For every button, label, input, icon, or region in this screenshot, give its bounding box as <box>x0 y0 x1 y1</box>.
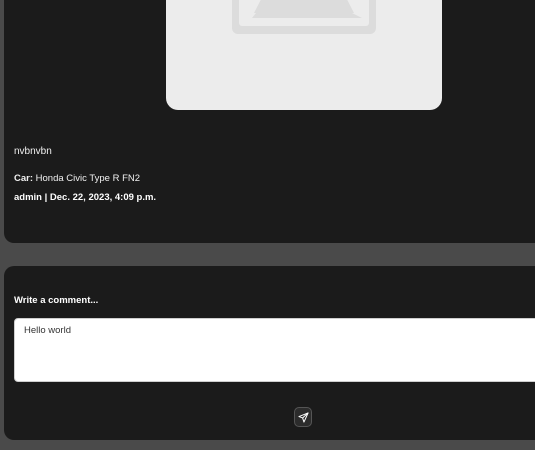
send-comment-button[interactable] <box>294 407 312 427</box>
post-meta: admin | Dec. 22, 2023, 4:09 p.m. <box>14 192 157 203</box>
post-title: nvbnvbn <box>14 146 52 157</box>
car-info: Car: Honda Civic Type R FN2 <box>14 173 140 184</box>
comment-card: Write a comment... Hello world <box>4 266 535 440</box>
car-label: Car: <box>14 173 34 184</box>
comment-input[interactable]: Hello world <box>14 318 535 382</box>
comment-label: Write a comment... <box>14 295 99 306</box>
paper-plane-icon <box>297 411 309 423</box>
post-image-placeholder <box>166 0 442 110</box>
post-card: nvbnvbn Car: Honda Civic Type R FN2 admi… <box>4 0 535 243</box>
image-placeholder-icon <box>232 0 376 34</box>
car-value: Honda Civic Type R FN2 <box>35 173 141 184</box>
